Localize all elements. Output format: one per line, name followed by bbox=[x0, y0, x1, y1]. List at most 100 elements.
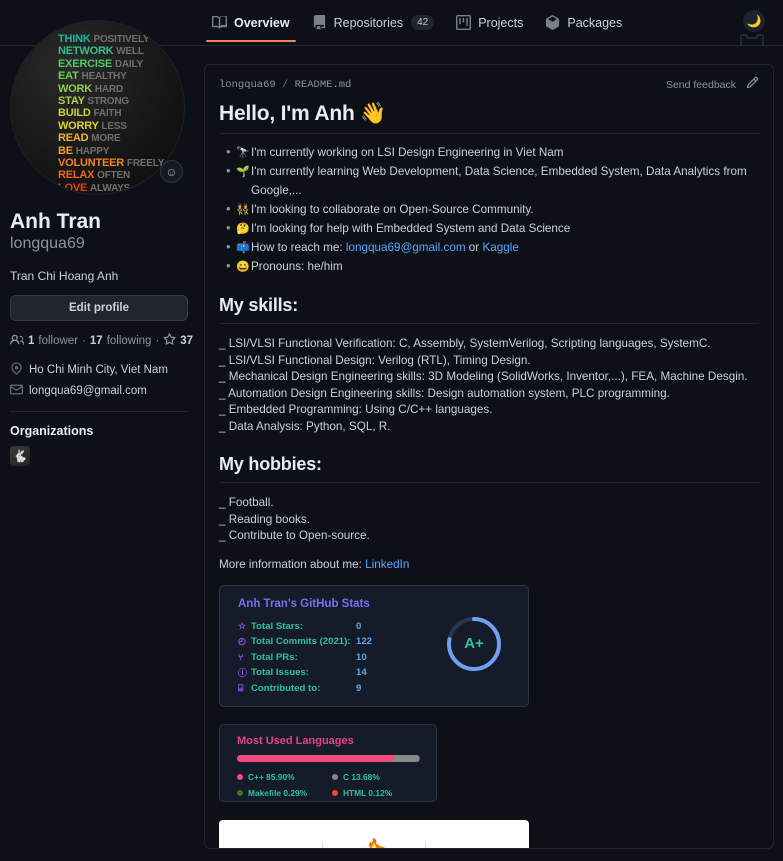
language-legend-label: C 13.68% bbox=[343, 771, 380, 782]
hobby-line: _ Contribute to Open-source. bbox=[219, 529, 370, 542]
wordcloud-strong: WORK bbox=[58, 82, 95, 95]
location-row: Ho Chi Minh City, Viet Nam bbox=[10, 362, 190, 378]
language-legend-item: HTML 0.12% bbox=[332, 785, 427, 801]
email-link[interactable]: longqua69@gmail.com bbox=[29, 385, 147, 397]
project-board-icon bbox=[456, 15, 472, 30]
language-legend-label: Makefile 0.29% bbox=[248, 787, 308, 798]
skill-line: _ Data Analysis: Python, SQL, R. bbox=[219, 419, 391, 433]
bullet-emoji-icon: 🌱 bbox=[236, 166, 250, 178]
github-stat-value: 122 bbox=[356, 636, 373, 648]
wordcloud-strong: BUILD bbox=[58, 107, 94, 120]
tab-overview[interactable]: Overview bbox=[206, 15, 296, 42]
wordcloud-weak: POSITIVELY bbox=[93, 34, 150, 45]
readme-bullet: 🤔I'm looking for help with Embedded Syst… bbox=[219, 218, 759, 238]
tab-label: Overview bbox=[234, 15, 290, 30]
longest-streak-column: 35 Longest Streak Feb 24 - Mar 30 bbox=[426, 820, 529, 849]
profile-meta: Ho Chi Minh City, Viet Nam longqua69@gma… bbox=[10, 362, 190, 399]
following-label[interactable]: following bbox=[107, 335, 152, 347]
more-info-line: More information about me: LinkedIn bbox=[219, 558, 759, 571]
skills-rule bbox=[219, 323, 759, 324]
github-stats-card[interactable]: Anh Tran's GitHub Stats ☆ Total Stars: 0 ◴ T… bbox=[219, 584, 529, 707]
bullet-text: I'm currently learning Web Development, … bbox=[251, 165, 747, 197]
smiley-status-icon[interactable]: ☺ bbox=[160, 160, 183, 183]
bullet-text: Pronouns: he/him bbox=[251, 260, 343, 273]
language-bar-segment bbox=[237, 754, 395, 762]
github-stat-label: Total Issues: bbox=[251, 667, 309, 679]
profile-sidebar: THINK POSITIVELY NETWORK WELL EXERCISE DAI… bbox=[10, 20, 193, 466]
breadcrumb-owner[interactable]: longqua69 bbox=[219, 79, 276, 91]
tab-label: Repositories bbox=[333, 15, 404, 30]
wordcloud-weak: WELL bbox=[116, 46, 144, 58]
profile-tab-list: Overview Repositories 42 Projects Packag… bbox=[206, 15, 622, 42]
profile-bio: Tran Chi Hoang Anh bbox=[10, 268, 119, 283]
language-color-dot bbox=[237, 789, 243, 796]
bullet-text: or bbox=[465, 241, 483, 254]
wordcloud-line: BUILD FAITH bbox=[58, 107, 184, 120]
edit-profile-button[interactable]: Edit profile bbox=[10, 294, 188, 321]
most-used-languages-card[interactable]: Most Used Languages C++ 85.90% C 13.68% Ma… bbox=[219, 723, 437, 802]
linkedin-link[interactable]: LinkedIn bbox=[365, 558, 409, 571]
send-feedback-link[interactable]: Send feedback bbox=[666, 79, 736, 91]
bullet-emoji-icon: 🤔 bbox=[236, 223, 250, 235]
hobby-line: _ Football. bbox=[219, 496, 274, 509]
email-link[interactable]: longqua69@gmail.com bbox=[346, 241, 466, 254]
wordcloud-line: STAY STRONG bbox=[58, 95, 184, 108]
breadcrumb-separator: / bbox=[282, 79, 295, 91]
hobbies-rule bbox=[219, 482, 759, 483]
wordcloud-line: WORRY LESS bbox=[58, 120, 184, 132]
bullet-text: I'm currently working on LSI Design Engi… bbox=[251, 146, 564, 159]
language-legend-label: HTML 0.12% bbox=[343, 787, 393, 798]
tab-projects[interactable]: Projects bbox=[456, 15, 523, 42]
hobby-line: _ Reading books. bbox=[219, 512, 310, 526]
following-count[interactable]: 17 bbox=[90, 335, 103, 347]
current-streak-ring: 🔥 0 bbox=[346, 839, 402, 848]
tab-packages[interactable]: Packages bbox=[545, 15, 622, 42]
mail-icon bbox=[10, 383, 23, 399]
readme-bullet-list: 🔭I'm currently working on LSI Design Eng… bbox=[219, 142, 759, 276]
language-legend-item: C 13.68% bbox=[332, 769, 427, 785]
organization-avatar[interactable]: 🐇 bbox=[10, 445, 30, 466]
readme-bullet: 🌱I'm currently learning Web Development,… bbox=[219, 161, 759, 200]
rank-label: A+ bbox=[464, 635, 484, 652]
wordcloud-weak: STRONG bbox=[87, 96, 129, 108]
moon-icon[interactable]: 🌙 bbox=[743, 10, 765, 32]
language-color-dot bbox=[332, 773, 338, 780]
wordcloud-weak: ALWAYS bbox=[90, 182, 131, 194]
followers-label[interactable]: follower bbox=[38, 335, 78, 347]
github-stat-label: Contributed to: bbox=[251, 682, 321, 694]
wordcloud-line: LIVE FOREVER bbox=[58, 194, 185, 195]
github-stat-label: Total Stars: bbox=[251, 620, 304, 632]
breadcrumb-file[interactable]: README.md bbox=[295, 79, 352, 91]
github-stat-label: Total PRs: bbox=[251, 651, 298, 663]
bullet-text: I'm looking to collaborate on Open-Sourc… bbox=[251, 203, 534, 216]
issue-icon: ⓘ bbox=[238, 668, 248, 679]
current-streak-value: 0 bbox=[346, 843, 402, 848]
language-color-dot bbox=[332, 789, 338, 796]
star-icon bbox=[163, 333, 176, 349]
avatar[interactable]: THINK POSITIVELY NETWORK WELL EXERCISE DAI… bbox=[10, 20, 185, 195]
tab-repositories[interactable]: Repositories 42 bbox=[312, 15, 435, 42]
column-divider bbox=[424, 841, 426, 848]
wordcloud-strong: LOVE bbox=[58, 181, 91, 194]
wordcloud-strong: READ bbox=[58, 132, 92, 145]
github-stats-rows: ☆ Total Stars: 0 ◴ Total Commits (2021): 122 ⑂… bbox=[238, 619, 372, 697]
skills-heading: My skills: bbox=[219, 295, 299, 315]
wordcloud-weak: OFTEN bbox=[97, 170, 131, 182]
pencil-icon[interactable] bbox=[746, 76, 759, 94]
streak-stats-card[interactable]: 186 Total Contributions Mar 21, 2018 - P… bbox=[219, 819, 529, 849]
readme-bullet: 😄Pronouns: he/him bbox=[219, 256, 759, 276]
total-contributions-column: 186 Total Contributions Mar 21, 2018 - P… bbox=[219, 820, 322, 849]
avatar-container: THINK POSITIVELY NETWORK WELL EXERCISE DAI… bbox=[10, 20, 185, 195]
repo-icon bbox=[312, 15, 327, 30]
wordcloud-strong: VOLUNTEER bbox=[58, 157, 127, 170]
wordcloud-weak: HEALTHY bbox=[81, 71, 127, 83]
readme-panel: longqua69 / README.md Send feedback Hell… bbox=[204, 64, 774, 849]
language-legend-item: Makefile 0.29% bbox=[237, 785, 332, 801]
kaggle-link[interactable]: Kaggle bbox=[482, 241, 518, 254]
organizations-title: Organizations bbox=[10, 423, 94, 438]
skill-line: _ LSI/VLSI Functional Verification: C, A… bbox=[219, 337, 711, 350]
followers-count[interactable]: 1 bbox=[28, 335, 34, 347]
stars-count[interactable]: 37 bbox=[180, 335, 193, 347]
wordcloud-strong: EXERCISE bbox=[58, 57, 115, 70]
tab-label: Projects bbox=[478, 15, 524, 30]
